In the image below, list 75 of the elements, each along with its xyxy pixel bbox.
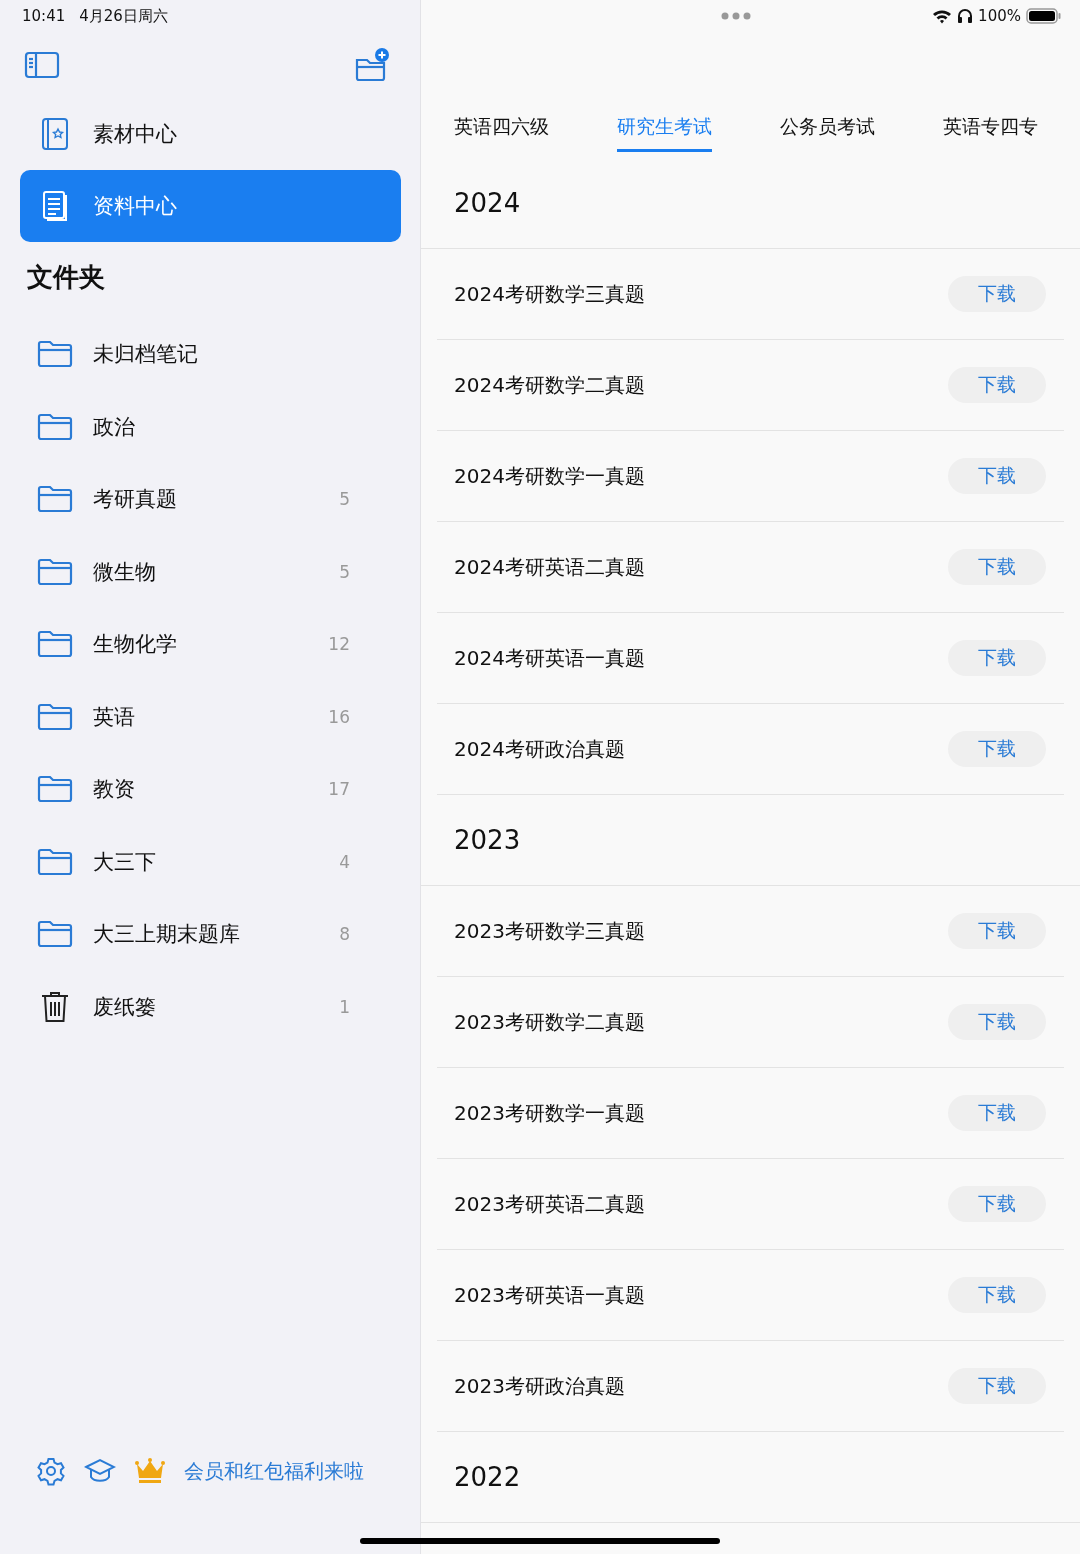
- document-title[interactable]: 2024考研数学一真题: [454, 462, 645, 490]
- year-heading: 2024: [454, 188, 521, 218]
- folder-item[interactable]: 生物化学 12: [0, 608, 420, 681]
- document-icon: [41, 190, 69, 222]
- sidebar-item[interactable]: 素材中心: [20, 98, 401, 170]
- folder-item[interactable]: 大三下 4: [0, 825, 420, 898]
- folder-icon: [37, 702, 73, 731]
- folder-item[interactable]: 教资 17: [0, 753, 420, 826]
- battery-percentage: 100%: [978, 7, 1021, 25]
- more-dots-icon[interactable]: [720, 12, 751, 20]
- folder-count: 5: [339, 489, 350, 510]
- download-button[interactable]: 下载: [948, 276, 1046, 312]
- sidebar-toggle-icon[interactable]: [24, 51, 60, 79]
- document-title[interactable]: 2024考研数学三真题: [454, 280, 645, 308]
- document-title[interactable]: 2023考研政治真题: [454, 1372, 625, 1400]
- folder-icon: [37, 557, 73, 586]
- folder-count: 8: [339, 924, 350, 945]
- folder-icon: [37, 340, 73, 369]
- tab[interactable]: 公务员考试: [780, 108, 875, 144]
- download-button[interactable]: 下载: [948, 640, 1046, 676]
- download-button[interactable]: 下载: [948, 913, 1046, 949]
- year-heading: 2022: [454, 1462, 521, 1492]
- folder-count: 4: [339, 851, 350, 872]
- download-button[interactable]: 下载: [948, 1004, 1046, 1040]
- folder-item[interactable]: 政治: [0, 390, 420, 463]
- settings-icon[interactable]: [36, 1456, 66, 1486]
- folder-item[interactable]: 废纸篓 1: [0, 970, 420, 1043]
- year-heading: 2023: [454, 825, 521, 855]
- status-time: 10:41: [22, 7, 66, 25]
- star-book-icon: [41, 117, 69, 151]
- folder-icon: [37, 412, 73, 441]
- document-title[interactable]: 2023考研数学三真题: [454, 917, 645, 945]
- folder-icon: [37, 847, 73, 876]
- folder-item[interactable]: 考研真题 5: [0, 463, 420, 536]
- tab[interactable]: 研究生考试: [617, 108, 712, 152]
- battery-icon: [1026, 8, 1062, 24]
- document-title[interactable]: 2024考研英语二真题: [454, 553, 645, 581]
- folder-item[interactable]: 大三上期末题库 8: [0, 898, 420, 971]
- folder-count: 16: [328, 706, 350, 727]
- folder-item[interactable]: 未归档笔记: [0, 318, 420, 391]
- document-title[interactable]: 2023考研数学一真题: [454, 1099, 645, 1127]
- folder-item[interactable]: 微生物 5: [0, 535, 420, 608]
- headphones-icon: [957, 8, 974, 24]
- download-button[interactable]: 下载: [948, 1277, 1046, 1313]
- download-button[interactable]: 下载: [948, 1368, 1046, 1404]
- download-button[interactable]: 下载: [948, 549, 1046, 585]
- download-button[interactable]: 下载: [948, 1095, 1046, 1131]
- document-title[interactable]: 2023考研数学二真题: [454, 1008, 645, 1036]
- document-title[interactable]: 2023考研英语二真题: [454, 1190, 645, 1218]
- sidebar-item[interactable]: 资料中心: [20, 170, 401, 242]
- folder-icon: [37, 775, 73, 804]
- status-date: 4月26日周六: [79, 6, 168, 26]
- download-button[interactable]: 下载: [948, 367, 1046, 403]
- tab[interactable]: 英语四六级: [454, 108, 549, 144]
- document-title[interactable]: 2023考研英语一真题: [454, 1281, 645, 1309]
- promo-link[interactable]: 会员和红包福利来啦: [184, 1457, 364, 1485]
- document-title[interactable]: 2024考研英语一真题: [454, 644, 645, 672]
- folder-count: 5: [339, 561, 350, 582]
- new-folder-icon[interactable]: [354, 48, 390, 82]
- folder-icon: [37, 920, 73, 949]
- folder-item[interactable]: 英语 16: [0, 680, 420, 753]
- document-title[interactable]: 2024考研政治真题: [454, 735, 625, 763]
- folder-count: 17: [328, 779, 350, 800]
- section-title: 文件夹: [26, 261, 106, 294]
- tab[interactable]: 英语专四专: [943, 108, 1038, 144]
- download-button[interactable]: 下载: [948, 1186, 1046, 1222]
- wifi-icon: [932, 8, 953, 24]
- folder-count: 1: [339, 996, 350, 1017]
- folder-icon: [37, 630, 73, 659]
- folder-icon: [37, 485, 73, 514]
- graduation-cap-icon[interactable]: [84, 1457, 116, 1485]
- folder-count: 12: [328, 634, 350, 655]
- download-button[interactable]: 下载: [948, 458, 1046, 494]
- download-button[interactable]: 下载: [948, 731, 1046, 767]
- document-title[interactable]: 2024考研数学二真题: [454, 371, 645, 399]
